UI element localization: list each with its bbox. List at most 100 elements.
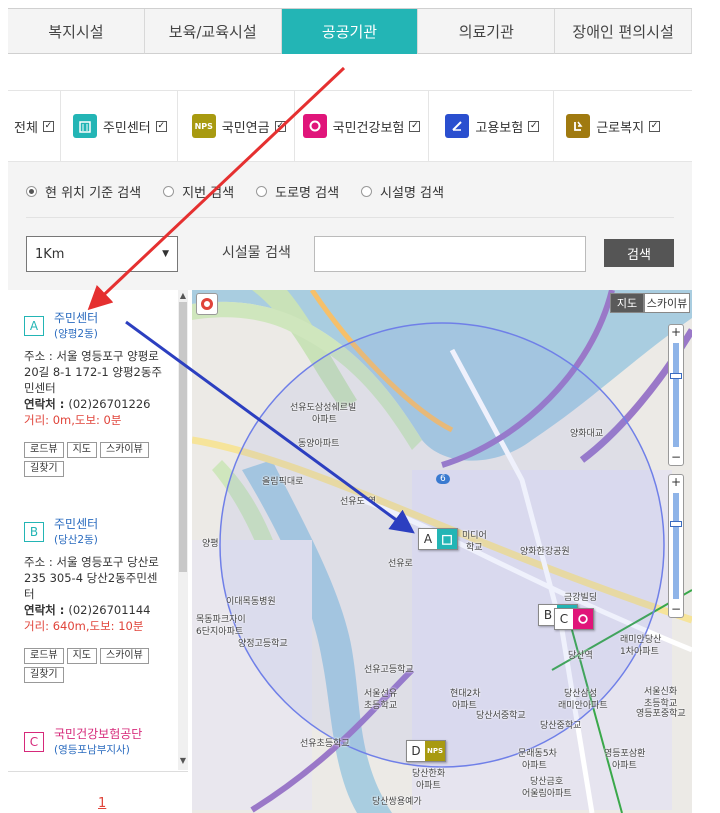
radio-icon bbox=[361, 186, 373, 197]
category-labor-welfare-label: 근로복지 bbox=[596, 120, 645, 136]
roadview-button[interactable]: 로드뷰 bbox=[24, 442, 64, 458]
radio-icon bbox=[256, 186, 268, 197]
map-label: 1차아파트 bbox=[620, 647, 659, 657]
category-national-pension[interactable]: NPS 국민연금 ✓ bbox=[178, 91, 295, 161]
result-actions: 로드뷰 지도 스카이뷰 길찾기 bbox=[24, 648, 168, 686]
map-view[interactable]: 지도 스카이뷰 + − + − 선유도삼성쉐르빌 아파트 동양아파트 선유도 역… bbox=[192, 290, 692, 813]
result-list-scrollbar[interactable]: ▲ ▼ bbox=[178, 290, 188, 770]
nps-icon: NPS bbox=[425, 741, 445, 761]
result-badge: A bbox=[24, 316, 44, 336]
divider bbox=[26, 217, 674, 218]
marker-letter: D bbox=[411, 744, 421, 758]
category-health-insurance[interactable]: 국민건강보험 ✓ bbox=[295, 91, 430, 161]
zoom-handle[interactable] bbox=[670, 521, 682, 527]
tab-childcare-education[interactable]: 보육/교육시설 bbox=[144, 9, 282, 54]
map-label: 선유도 역 bbox=[340, 497, 376, 507]
facility-search-input[interactable] bbox=[314, 236, 586, 272]
current-location-button[interactable] bbox=[196, 293, 218, 315]
map-button[interactable]: 지도 bbox=[66, 442, 98, 458]
category-health-insurance-checkbox[interactable]: ✓ bbox=[409, 120, 421, 132]
directions-button[interactable]: 길찾기 bbox=[24, 461, 64, 477]
zoom-out-button[interactable]: − bbox=[669, 603, 683, 617]
map-label: 아파트 bbox=[312, 415, 337, 425]
map-label: 영등포중학교 bbox=[636, 709, 686, 719]
map-label: 아파트 bbox=[612, 761, 637, 771]
pagination-page-1[interactable]: 1 bbox=[98, 796, 106, 811]
health-icon bbox=[573, 609, 593, 629]
zoom-in-button[interactable]: + bbox=[669, 326, 683, 340]
search-button[interactable]: 검색 bbox=[604, 239, 674, 267]
map-label: 아파트 bbox=[522, 761, 547, 771]
map-label: 어울림아파트 bbox=[522, 789, 572, 799]
employment-icon bbox=[445, 114, 470, 138]
zoom-out-button[interactable]: − bbox=[669, 451, 683, 465]
skyview-button[interactable]: 스카이뷰 bbox=[100, 442, 149, 458]
category-all-label: 전체 bbox=[14, 120, 38, 136]
map-type-button[interactable]: 지도 bbox=[610, 293, 644, 313]
category-community-center[interactable]: 주민센터 ✓ bbox=[61, 91, 178, 161]
divider bbox=[8, 771, 188, 772]
category-all[interactable]: 전체 ✓ bbox=[8, 91, 61, 161]
map-button[interactable]: 지도 bbox=[66, 648, 98, 664]
roadview-button[interactable]: 로드뷰 bbox=[24, 648, 64, 664]
category-all-checkbox[interactable]: ✓ bbox=[42, 120, 54, 132]
list-item: B 주민센터 (당산2동) 주소 : 서울 영등포구 당산로 235 305-4… bbox=[24, 517, 168, 692]
zoom-in-button[interactable]: + bbox=[669, 476, 683, 490]
map-marker-d[interactable]: D NPS bbox=[406, 740, 446, 762]
result-sub-label: (양평2동) bbox=[54, 328, 98, 340]
skyview-button[interactable]: 스카이뷰 bbox=[100, 648, 149, 664]
zoom-handle[interactable] bbox=[670, 373, 682, 379]
result-name-link[interactable]: 주민센터 bbox=[54, 310, 98, 326]
radius-select[interactable]: 1Km ▼ bbox=[26, 236, 178, 272]
list-item: A 주민센터 (양평2동) 주소 : 서울 영등포구 양평로20길 8-1 17… bbox=[24, 311, 168, 486]
map-label: 동양아파트 bbox=[298, 439, 340, 449]
search-mode-label: 시설명 검색 bbox=[380, 186, 444, 201]
tab-public-institutions[interactable]: 공공기관 bbox=[281, 9, 419, 54]
scrollbar-thumb[interactable] bbox=[179, 302, 187, 572]
result-phone: 연락처 : (02)26701226 bbox=[24, 397, 151, 411]
zoom-track[interactable] bbox=[673, 493, 679, 599]
map-label: 당산역 bbox=[568, 651, 593, 661]
search-mode-facility-name[interactable]: 시설명 검색 bbox=[361, 182, 444, 201]
tab-welfare-facilities[interactable]: 복지시설 bbox=[8, 9, 145, 54]
scroll-down-icon[interactable]: ▼ bbox=[179, 756, 187, 765]
marker-letter: A bbox=[423, 532, 433, 546]
category-employment-insurance-checkbox[interactable]: ✓ bbox=[528, 120, 540, 132]
radio-selected-icon bbox=[26, 186, 37, 197]
result-badge: C bbox=[24, 732, 44, 752]
category-national-pension-checkbox[interactable]: ✓ bbox=[274, 120, 286, 132]
search-mode-road-name[interactable]: 도로명 검색 bbox=[256, 182, 339, 201]
search-mode-current-location[interactable]: 현 위치 기준 검색 bbox=[26, 182, 141, 201]
map-marker-c[interactable]: C bbox=[554, 608, 594, 630]
zoom-control-upper: + − bbox=[668, 324, 684, 466]
route-6-badge: 6 bbox=[436, 474, 450, 484]
map-label: 선유초등학교 bbox=[300, 739, 350, 749]
scroll-up-icon[interactable]: ▲ bbox=[179, 291, 187, 300]
result-name-link[interactable]: 국민건강보험공단 bbox=[54, 726, 142, 742]
map-label: 당산중학교 bbox=[540, 721, 582, 731]
directions-button[interactable]: 길찾기 bbox=[24, 667, 64, 683]
map-label: 이대목동병원 bbox=[226, 597, 276, 607]
category-tabs: 복지시설 보육/교육시설 공공기관 의료기관 장애인 편의시설 bbox=[8, 8, 692, 54]
zoom-track[interactable] bbox=[673, 343, 679, 447]
gps-icon bbox=[201, 298, 213, 310]
map-label: 초등학교 bbox=[364, 701, 398, 711]
map-marker-a[interactable]: A bbox=[418, 528, 458, 550]
category-labor-welfare-checkbox[interactable]: ✓ bbox=[649, 120, 661, 132]
search-mode-label: 도로명 검색 bbox=[275, 186, 340, 201]
category-employment-insurance-label: 고용보험 bbox=[475, 120, 524, 136]
map-label: 아파트 bbox=[452, 701, 477, 711]
category-employment-insurance[interactable]: 고용보험 ✓ bbox=[429, 91, 555, 161]
category-labor-welfare[interactable]: 근로복지 ✓ bbox=[554, 91, 666, 161]
search-mode-label: 지번 검색 bbox=[182, 186, 235, 201]
tab-disability-facilities[interactable]: 장애인 편의시설 bbox=[555, 9, 692, 54]
tab-medical-institutions[interactable]: 의료기관 bbox=[418, 9, 556, 54]
result-name-link[interactable]: 주민센터 bbox=[54, 516, 98, 532]
result-address: 주소 : 서울 영등포구 당산로 235 305-4 당산2동주민센터 bbox=[24, 555, 159, 601]
building-icon bbox=[72, 114, 97, 138]
skyview-type-button[interactable]: 스카이뷰 bbox=[644, 293, 690, 313]
search-mode-label: 현 위치 기준 검색 bbox=[45, 186, 142, 201]
map-label: 선유고등학교 bbox=[364, 665, 414, 675]
search-mode-lot-number[interactable]: 지번 검색 bbox=[163, 182, 234, 201]
category-community-center-checkbox[interactable]: ✓ bbox=[155, 120, 167, 132]
